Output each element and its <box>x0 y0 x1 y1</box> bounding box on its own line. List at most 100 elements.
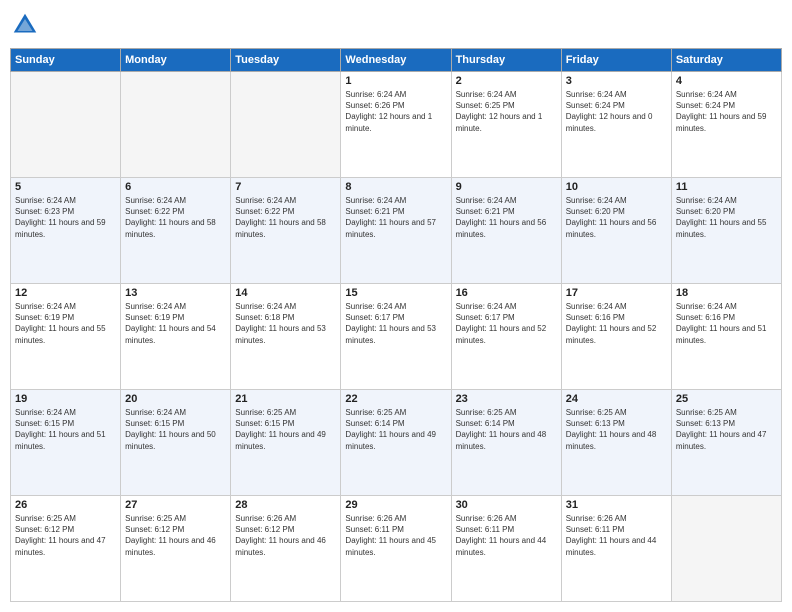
calendar-cell: 4 Sunrise: 6:24 AMSunset: 6:24 PMDaylight… <box>671 72 781 178</box>
day-number: 16 <box>456 287 557 299</box>
day-info: Sunrise: 6:24 AMSunset: 6:23 PMDaylight:… <box>15 195 116 240</box>
day-number: 28 <box>235 499 336 511</box>
day-number: 22 <box>345 393 446 405</box>
calendar-cell: 24Sunrise: 6:25 AMSunset: 6:13 PMDayligh… <box>561 390 671 496</box>
logo <box>10 10 42 40</box>
day-number: 23 <box>456 393 557 405</box>
day-number: 4 <box>676 75 777 87</box>
day-info: Sunrise: 6:24 AMSunset: 6:24 PMDaylight:… <box>676 89 777 134</box>
day-number: 1 <box>345 75 446 87</box>
day-info: Sunrise: 6:24 AMSunset: 6:15 PMDaylight:… <box>125 407 226 452</box>
calendar-cell: 25Sunrise: 6:25 AMSunset: 6:13 PMDayligh… <box>671 390 781 496</box>
calendar-cell: 15Sunrise: 6:24 AMSunset: 6:17 PMDayligh… <box>341 284 451 390</box>
calendar-cell <box>121 72 231 178</box>
calendar-cell: 9 Sunrise: 6:24 AMSunset: 6:21 PMDaylight… <box>451 178 561 284</box>
calendar-header-sunday: Sunday <box>11 49 121 72</box>
calendar-cell: 27 Sunrise: 6:25 AMSunset: 6:12 PMDayligh… <box>121 496 231 602</box>
calendar-cell: 13 Sunrise: 6:24 AMSunset: 6:19 PMDayligh… <box>121 284 231 390</box>
day-number: 27 <box>125 499 226 511</box>
calendar-cell: 3 Sunrise: 6:24 AMSunset: 6:24 PMDaylight… <box>561 72 671 178</box>
day-info: Sunrise: 6:24 AMSunset: 6:25 PMDaylight:… <box>456 89 557 134</box>
day-info: Sunrise: 6:24 AMSunset: 6:16 PMDaylight:… <box>566 301 667 346</box>
calendar-week-row: 12 Sunrise: 6:24 AMSunset: 6:19 PMDayligh… <box>11 284 782 390</box>
day-number: 18 <box>676 287 777 299</box>
day-info: Sunrise: 6:24 AMSunset: 6:24 PMDaylight:… <box>566 89 667 134</box>
day-info: Sunrise: 6:24 AMSunset: 6:20 PMDaylight:… <box>566 195 667 240</box>
calendar-header-friday: Friday <box>561 49 671 72</box>
day-number: 21 <box>235 393 336 405</box>
day-info: Sunrise: 6:24 AMSunset: 6:15 PMDaylight:… <box>15 407 116 452</box>
day-info: Sunrise: 6:25 AMSunset: 6:14 PMDaylight:… <box>345 407 446 452</box>
day-number: 6 <box>125 181 226 193</box>
day-number: 24 <box>566 393 667 405</box>
calendar-cell: 20Sunrise: 6:24 AMSunset: 6:15 PMDayligh… <box>121 390 231 496</box>
calendar-cell: 19 Sunrise: 6:24 AMSunset: 6:15 PMDayligh… <box>11 390 121 496</box>
calendar-cell: 6 Sunrise: 6:24 AMSunset: 6:22 PMDaylight… <box>121 178 231 284</box>
calendar-cell: 12 Sunrise: 6:24 AMSunset: 6:19 PMDayligh… <box>11 284 121 390</box>
day-number: 26 <box>15 499 116 511</box>
day-info: Sunrise: 6:24 AMSunset: 6:19 PMDaylight:… <box>15 301 116 346</box>
day-info: Sunrise: 6:25 AMSunset: 6:12 PMDaylight:… <box>15 513 116 558</box>
day-info: Sunrise: 6:24 AMSunset: 6:20 PMDaylight:… <box>676 195 777 240</box>
day-number: 7 <box>235 181 336 193</box>
calendar-header-monday: Monday <box>121 49 231 72</box>
calendar-week-row: 19 Sunrise: 6:24 AMSunset: 6:15 PMDayligh… <box>11 390 782 496</box>
day-number: 11 <box>676 181 777 193</box>
day-info: Sunrise: 6:26 AMSunset: 6:11 PMDaylight:… <box>566 513 667 558</box>
day-info: Sunrise: 6:25 AMSunset: 6:15 PMDaylight:… <box>235 407 336 452</box>
calendar-cell: 11 Sunrise: 6:24 AMSunset: 6:20 PMDayligh… <box>671 178 781 284</box>
calendar-header-wednesday: Wednesday <box>341 49 451 72</box>
calendar-cell: 10 Sunrise: 6:24 AMSunset: 6:20 PMDayligh… <box>561 178 671 284</box>
calendar-cell: 7 Sunrise: 6:24 AMSunset: 6:22 PMDaylight… <box>231 178 341 284</box>
calendar: SundayMondayTuesdayWednesdayThursdayFrid… <box>10 48 782 602</box>
day-info: Sunrise: 6:24 AMSunset: 6:19 PMDaylight:… <box>125 301 226 346</box>
day-info: Sunrise: 6:24 AMSunset: 6:22 PMDaylight:… <box>125 195 226 240</box>
calendar-cell: 18Sunrise: 6:24 AMSunset: 6:16 PMDayligh… <box>671 284 781 390</box>
day-info: Sunrise: 6:26 AMSunset: 6:12 PMDaylight:… <box>235 513 336 558</box>
day-info: Sunrise: 6:25 AMSunset: 6:13 PMDaylight:… <box>676 407 777 452</box>
calendar-cell <box>11 72 121 178</box>
day-info: Sunrise: 6:25 AMSunset: 6:14 PMDaylight:… <box>456 407 557 452</box>
day-info: Sunrise: 6:24 AMSunset: 6:26 PMDaylight:… <box>345 89 446 134</box>
calendar-header-thursday: Thursday <box>451 49 561 72</box>
logo-icon <box>10 10 40 40</box>
day-number: 12 <box>15 287 116 299</box>
day-number: 17 <box>566 287 667 299</box>
day-number: 3 <box>566 75 667 87</box>
calendar-header-tuesday: Tuesday <box>231 49 341 72</box>
day-info: Sunrise: 6:26 AMSunset: 6:11 PMDaylight:… <box>456 513 557 558</box>
day-number: 31 <box>566 499 667 511</box>
calendar-cell: 29Sunrise: 6:26 AMSunset: 6:11 PMDayligh… <box>341 496 451 602</box>
calendar-cell: 26 Sunrise: 6:25 AMSunset: 6:12 PMDayligh… <box>11 496 121 602</box>
calendar-week-row: 5 Sunrise: 6:24 AMSunset: 6:23 PMDaylight… <box>11 178 782 284</box>
day-number: 5 <box>15 181 116 193</box>
day-number: 9 <box>456 181 557 193</box>
calendar-week-row: 26 Sunrise: 6:25 AMSunset: 6:12 PMDayligh… <box>11 496 782 602</box>
calendar-cell: 2 Sunrise: 6:24 AMSunset: 6:25 PMDaylight… <box>451 72 561 178</box>
calendar-cell: 28 Sunrise: 6:26 AMSunset: 6:12 PMDayligh… <box>231 496 341 602</box>
calendar-cell: 16 Sunrise: 6:24 AMSunset: 6:17 PMDayligh… <box>451 284 561 390</box>
day-info: Sunrise: 6:24 AMSunset: 6:21 PMDaylight:… <box>345 195 446 240</box>
day-number: 15 <box>345 287 446 299</box>
calendar-cell: 23 Sunrise: 6:25 AMSunset: 6:14 PMDayligh… <box>451 390 561 496</box>
calendar-cell: 21 Sunrise: 6:25 AMSunset: 6:15 PMDayligh… <box>231 390 341 496</box>
page: SundayMondayTuesdayWednesdayThursdayFrid… <box>0 0 792 612</box>
day-info: Sunrise: 6:25 AMSunset: 6:12 PMDaylight:… <box>125 513 226 558</box>
day-info: Sunrise: 6:24 AMSunset: 6:18 PMDaylight:… <box>235 301 336 346</box>
day-info: Sunrise: 6:24 AMSunset: 6:22 PMDaylight:… <box>235 195 336 240</box>
calendar-cell: 1 Sunrise: 6:24 AMSunset: 6:26 PMDaylight… <box>341 72 451 178</box>
calendar-body: 1 Sunrise: 6:24 AMSunset: 6:26 PMDaylight… <box>11 72 782 602</box>
calendar-cell: 22 Sunrise: 6:25 AMSunset: 6:14 PMDayligh… <box>341 390 451 496</box>
day-number: 10 <box>566 181 667 193</box>
calendar-cell: 17 Sunrise: 6:24 AMSunset: 6:16 PMDayligh… <box>561 284 671 390</box>
day-info: Sunrise: 6:24 AMSunset: 6:21 PMDaylight:… <box>456 195 557 240</box>
day-number: 19 <box>15 393 116 405</box>
day-number: 8 <box>345 181 446 193</box>
header <box>10 10 782 40</box>
calendar-cell <box>671 496 781 602</box>
day-info: Sunrise: 6:24 AMSunset: 6:17 PMDaylight:… <box>456 301 557 346</box>
calendar-cell: 8 Sunrise: 6:24 AMSunset: 6:21 PMDaylight… <box>341 178 451 284</box>
day-number: 2 <box>456 75 557 87</box>
calendar-cell: 14Sunrise: 6:24 AMSunset: 6:18 PMDayligh… <box>231 284 341 390</box>
day-number: 13 <box>125 287 226 299</box>
